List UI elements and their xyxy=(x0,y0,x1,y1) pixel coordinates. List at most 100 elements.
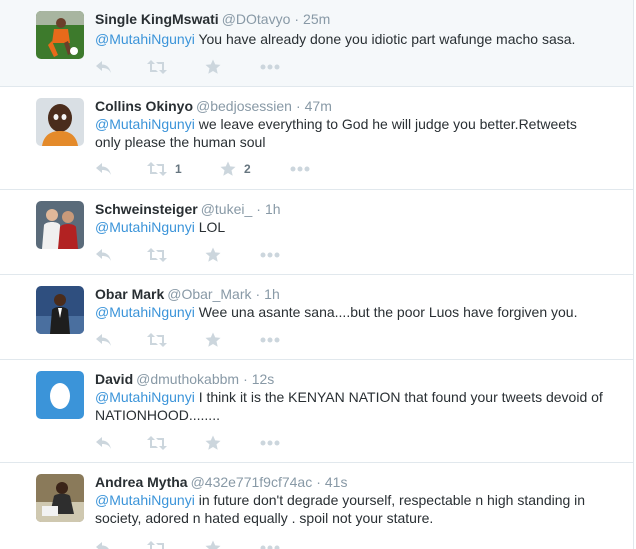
favorite-button[interactable] xyxy=(205,245,229,265)
fullname[interactable]: Obar Mark xyxy=(95,286,164,302)
tweet[interactable]: Andrea Mytha @432e771f9cf74ac · 41s @Mutahi… xyxy=(0,463,634,549)
more-icon xyxy=(260,440,280,446)
tweet-actions xyxy=(95,330,355,350)
separator: · xyxy=(294,11,300,27)
separator: · xyxy=(256,201,261,217)
retweet-button[interactable] xyxy=(147,538,175,549)
timestamp[interactable]: 1h xyxy=(265,201,281,217)
reply-icon xyxy=(96,542,109,549)
tweet[interactable]: Schweinsteiger @tukei_ · 1h @MutahiNgunyi L… xyxy=(0,190,634,275)
reply-icon xyxy=(96,334,111,346)
more-button[interactable] xyxy=(260,57,280,77)
mention-link[interactable]: @MutahiNgunyi xyxy=(95,304,195,320)
favorite-count: 2 xyxy=(244,162,251,176)
tweet-text: @MutahiNgunyi Wee una asante sana....but… xyxy=(95,303,605,321)
timestamp[interactable]: 12s xyxy=(252,371,275,387)
favorite-button[interactable] xyxy=(205,330,229,350)
favorite-button[interactable] xyxy=(205,57,229,77)
username[interactable]: @bedjosessien xyxy=(196,98,292,114)
avatar[interactable] xyxy=(36,201,84,249)
retweet-button[interactable]: 1 xyxy=(147,159,182,179)
separator: · xyxy=(243,371,248,387)
avatar[interactable] xyxy=(36,286,84,334)
timestamp[interactable]: 25m xyxy=(303,11,330,27)
avatar[interactable] xyxy=(36,98,84,146)
more-icon xyxy=(260,64,280,70)
tweet-body: You have already done you idiotic part w… xyxy=(194,31,576,47)
username[interactable]: @dmuthokabbm xyxy=(136,371,239,387)
more-button[interactable] xyxy=(260,433,280,453)
retweet-button[interactable] xyxy=(147,245,175,265)
reply-button[interactable] xyxy=(95,330,113,350)
fullname[interactable]: Single KingMswati xyxy=(95,11,219,27)
more-icon xyxy=(260,337,280,343)
reply-button[interactable] xyxy=(95,538,113,549)
tweet-header: Schweinsteiger @tukei_ · 1h xyxy=(95,200,281,218)
tweet[interactable]: Single KingMswati @DOtavyo · 25m @MutahiNgu… xyxy=(0,0,634,87)
avatar[interactable] xyxy=(36,11,84,59)
separator: · xyxy=(295,98,301,114)
reply-icon xyxy=(96,437,111,449)
retweet-icon xyxy=(147,436,167,450)
tweet-header: Collins Okinyo @bedjosessien · 47m xyxy=(95,97,332,115)
username[interactable]: @tukei_ xyxy=(201,201,253,217)
more-icon xyxy=(290,166,310,172)
tweet-actions xyxy=(95,433,355,453)
more-icon xyxy=(260,545,280,549)
tweet-body: LOL xyxy=(194,219,226,235)
username[interactable]: @Obar_Mark xyxy=(167,286,251,302)
mention-link[interactable]: @MutahiNgunyi xyxy=(95,219,195,235)
retweet-button[interactable] xyxy=(147,57,175,77)
reply-button[interactable] xyxy=(95,245,113,265)
more-button[interactable] xyxy=(260,538,280,549)
timeline: Single KingMswati @DOtavyo · 25m @MutahiNgu… xyxy=(0,0,636,549)
tweet-actions: 1 2 xyxy=(95,159,355,179)
avatar[interactable] xyxy=(36,474,84,522)
fullname[interactable]: Collins Okinyo xyxy=(95,98,193,114)
fullname[interactable]: Andrea Mytha xyxy=(95,474,188,490)
timestamp[interactable]: 1h xyxy=(264,286,280,302)
star-icon xyxy=(205,59,221,74)
mention-link[interactable]: @MutahiNgunyi xyxy=(95,492,195,508)
star-icon xyxy=(205,435,221,450)
tweet-header: Single KingMswati @DOtavyo · 25m xyxy=(95,10,330,28)
fullname[interactable]: Schweinsteiger xyxy=(95,201,198,217)
favorite-button[interactable]: 2 xyxy=(220,159,251,179)
tweet-actions xyxy=(95,245,355,265)
star-icon xyxy=(205,540,221,549)
more-button[interactable] xyxy=(290,159,310,179)
username[interactable]: @DOtavyo xyxy=(222,11,291,27)
separator: · xyxy=(255,286,261,302)
star-icon xyxy=(220,161,236,176)
favorite-button[interactable] xyxy=(205,538,229,549)
timestamp[interactable]: 41s xyxy=(325,474,348,490)
reply-button[interactable] xyxy=(95,159,113,179)
more-icon xyxy=(260,252,280,258)
reply-button[interactable] xyxy=(95,57,113,77)
tweet[interactable]: Obar Mark @Obar_Mark · 1h @MutahiNgunyi Wee… xyxy=(0,275,634,360)
star-icon xyxy=(205,332,221,347)
mention-link[interactable]: @MutahiNgunyi xyxy=(95,116,195,132)
reply-button[interactable] xyxy=(95,433,113,453)
retweet-icon xyxy=(147,248,167,262)
tweet-header: David @dmuthokabbm · 12s xyxy=(95,370,274,388)
tweet[interactable]: David @dmuthokabbm · 12s @MutahiNgunyi I th… xyxy=(0,360,634,463)
avatar[interactable] xyxy=(36,371,84,419)
retweet-icon xyxy=(147,60,167,74)
separator: · xyxy=(316,474,321,490)
more-button[interactable] xyxy=(260,330,280,350)
mention-link[interactable]: @MutahiNgunyi xyxy=(95,31,195,47)
tweet[interactable]: Collins Okinyo @bedjosessien · 47m @MutahiN… xyxy=(0,87,634,190)
retweet-button[interactable] xyxy=(147,433,175,453)
fullname[interactable]: David xyxy=(95,371,133,387)
reply-icon xyxy=(96,249,111,261)
timestamp[interactable]: 47m xyxy=(305,98,332,114)
retweet-button[interactable] xyxy=(147,330,175,350)
reply-icon xyxy=(96,163,111,175)
more-button[interactable] xyxy=(260,245,280,265)
mention-link[interactable]: @MutahiNgunyi xyxy=(95,389,195,405)
tweet-header: Obar Mark @Obar_Mark · 1h xyxy=(95,285,280,303)
username[interactable]: @432e771f9cf74ac xyxy=(191,474,313,490)
favorite-button[interactable] xyxy=(205,433,229,453)
reply-icon xyxy=(96,61,111,73)
